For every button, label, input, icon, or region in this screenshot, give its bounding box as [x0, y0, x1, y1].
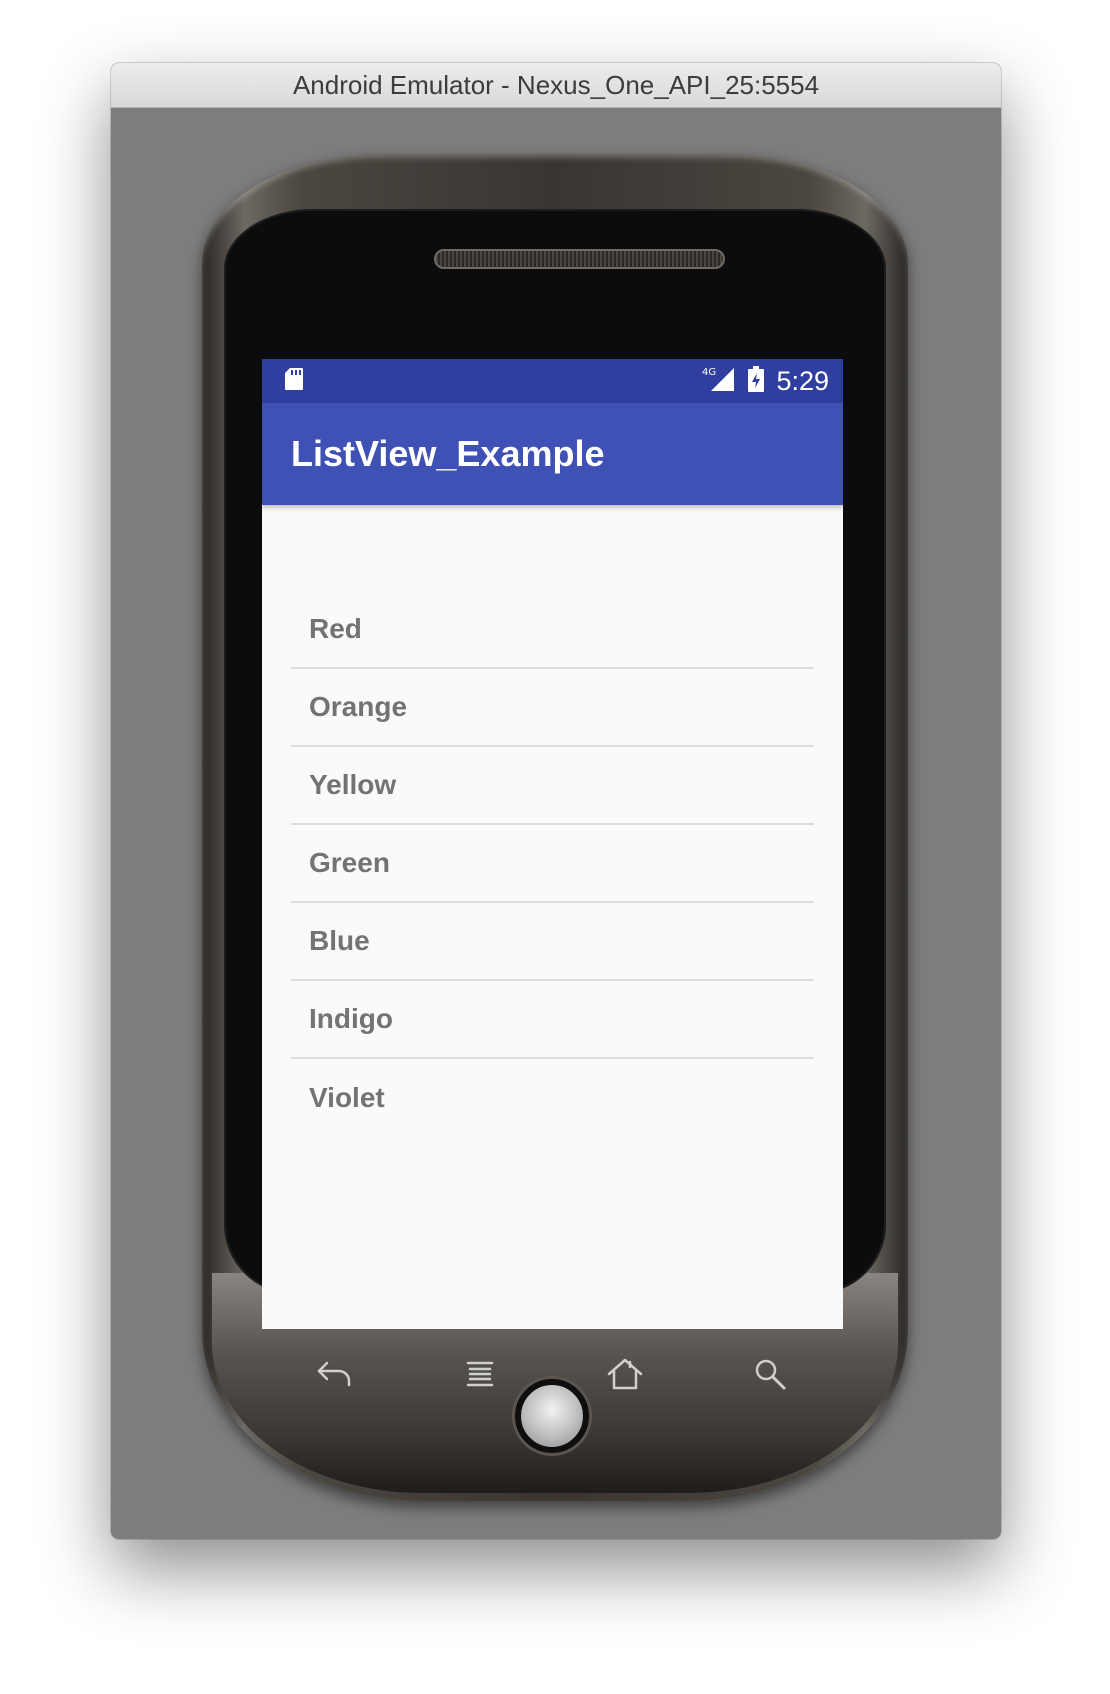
window-titlebar[interactable]: Android Emulator - Nexus_One_API_25:5554	[111, 63, 1001, 108]
earpiece-speaker	[434, 249, 725, 269]
list-item-indigo[interactable]: Indigo	[291, 981, 814, 1059]
phone-body: 4G 5:29 ListView_Example Red Orange Yell…	[202, 154, 908, 1501]
battery-charging-icon	[748, 365, 765, 397]
list-item-blue[interactable]: Blue	[291, 903, 814, 981]
home-nav-button[interactable]	[600, 1349, 650, 1399]
list-item-red[interactable]: Red	[291, 591, 814, 669]
device-screen[interactable]: 4G 5:29 ListView_Example Red Orange Yell…	[262, 359, 843, 1329]
trackball-button[interactable]	[515, 1379, 589, 1453]
search-icon	[756, 1359, 786, 1390]
app-bar: ListView_Example	[262, 403, 843, 505]
menu-icon	[466, 1361, 494, 1387]
color-list: Red Orange Yellow Green Blue Indigo Viol…	[291, 591, 814, 1137]
list-item-orange[interactable]: Orange	[291, 669, 814, 747]
status-icons: 4G 5:29	[702, 365, 829, 397]
list-item-violet[interactable]: Violet	[291, 1059, 814, 1137]
emulator-area: 4G 5:29 ListView_Example Red Orange Yell…	[111, 108, 1001, 1539]
window-title: Android Emulator - Nexus_One_API_25:5554	[292, 69, 820, 100]
menu-button[interactable]	[455, 1349, 505, 1399]
svg-text:4G: 4G	[702, 367, 716, 378]
app-title: ListView_Example	[291, 433, 605, 474]
search-button[interactable]	[745, 1349, 795, 1399]
signal-icon: 4G	[702, 366, 736, 397]
list-item-yellow[interactable]: Yellow	[291, 747, 814, 825]
sd-card-icon	[284, 367, 304, 396]
status-time: 5:29	[776, 365, 829, 396]
home-icon	[607, 1358, 643, 1390]
list-item-green[interactable]: Green	[291, 825, 814, 903]
emulator-window: Android Emulator - Nexus_One_API_25:5554	[111, 63, 1001, 1539]
back-button[interactable]	[310, 1349, 360, 1399]
back-icon	[317, 1361, 350, 1387]
status-bar: 4G 5:29	[262, 359, 843, 403]
